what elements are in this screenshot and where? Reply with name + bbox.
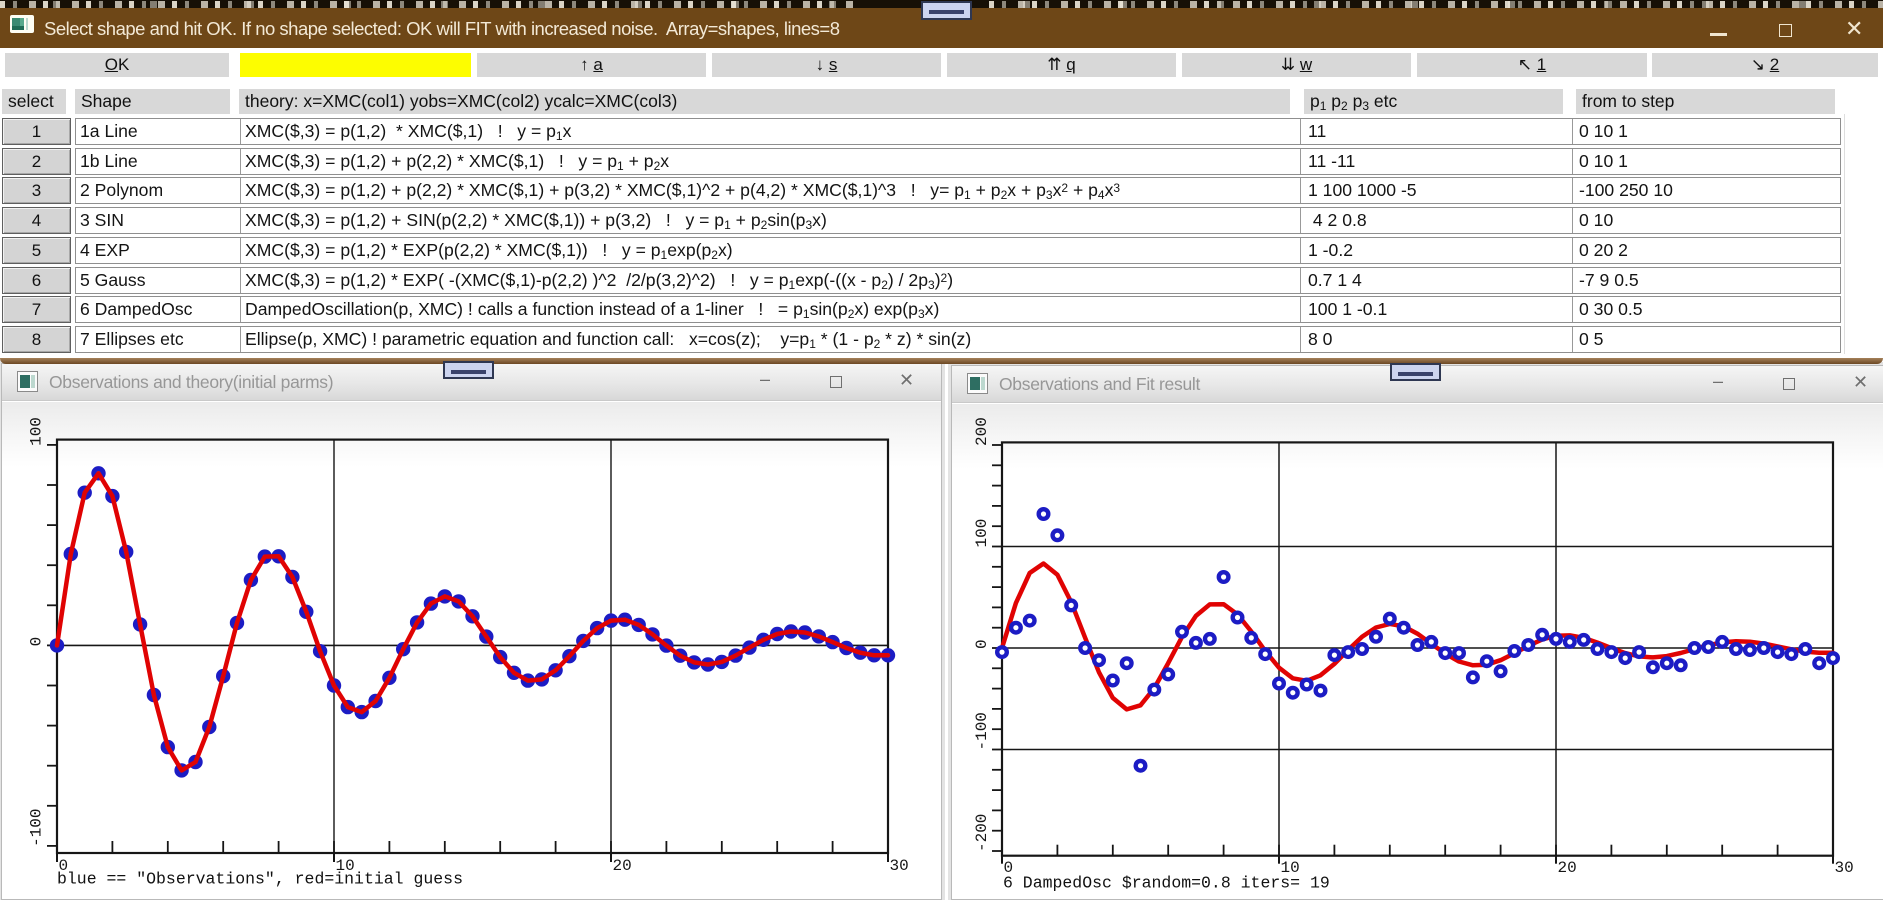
svg-text:0: 0 [973,639,991,649]
svg-text:6 DampedOsc $random=0.8 iters=: 6 DampedOsc $random=0.8 iters= 19 [1003,874,1330,893]
svg-text:20: 20 [613,857,632,875]
svg-text:30: 30 [1835,859,1854,877]
svg-text:-100: -100 [973,712,991,750]
svg-text:200: 200 [973,417,991,446]
svg-text:20: 20 [1558,859,1577,877]
svg-text:30: 30 [890,857,909,875]
svg-text:0: 0 [28,637,46,647]
svg-text:blue == "Observations", red=in: blue == "Observations", red=initial gues… [57,870,463,889]
svg-text:-200: -200 [973,814,991,852]
svg-text:100: 100 [28,417,46,446]
svg-text:100: 100 [973,519,991,548]
svg-text:-100: -100 [28,808,46,846]
